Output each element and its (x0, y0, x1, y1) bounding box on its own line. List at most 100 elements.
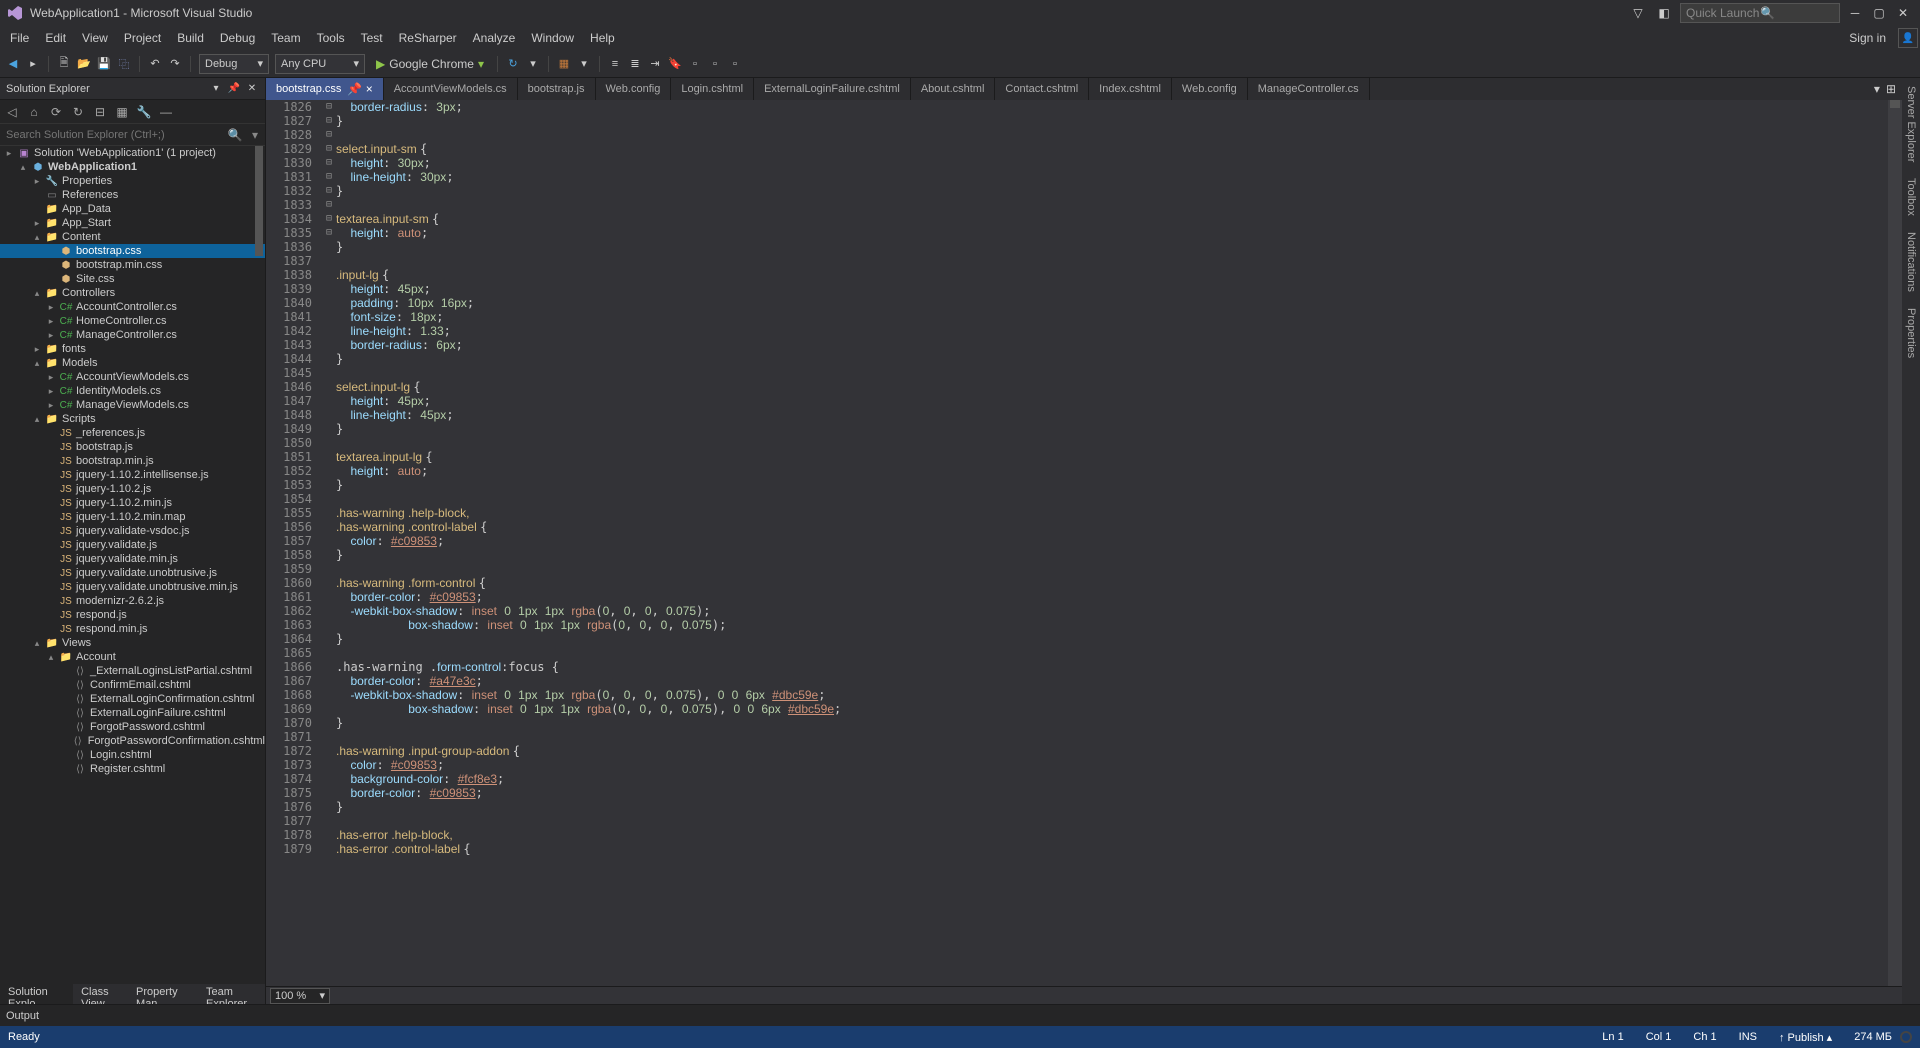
sign-in-link[interactable]: Sign in (1841, 29, 1894, 47)
menu-tools[interactable]: Tools (309, 29, 353, 47)
browser-link-refresh-button[interactable]: ↻ (504, 54, 522, 74)
quick-launch-input[interactable]: Quick Launch 🔍 (1680, 3, 1840, 23)
tree-item[interactable]: ▴📁Scripts (0, 412, 265, 426)
tree-item[interactable]: ⬢bootstrap.min.css (0, 258, 265, 272)
undo-button[interactable]: ↶ (146, 54, 164, 74)
tree-item[interactable]: ⟨⟩_ExternalLoginsListPartial.cshtml (0, 664, 265, 678)
config-dropdown[interactable]: Debug▾ (199, 54, 269, 74)
tb-icon-c[interactable]: ▫ (726, 54, 744, 74)
platform-dropdown[interactable]: Any CPU▾ (275, 54, 365, 74)
comment-button[interactable]: ≡ (606, 54, 624, 74)
tree-item[interactable]: ▸▣Solution 'WebApplication1' (1 project) (0, 146, 265, 160)
se-home-button[interactable]: ⌂ (26, 104, 42, 120)
new-project-button[interactable]: 🗎 (55, 54, 73, 74)
menu-help[interactable]: Help (582, 29, 623, 47)
redo-button[interactable]: ↷ (166, 54, 184, 74)
code-content[interactable]: border-radius: 3px; } select.input-sm { … (336, 100, 1874, 986)
se-sync-button[interactable]: ⟳ (48, 104, 64, 120)
doc-tab[interactable]: Login.cshtml (671, 78, 754, 100)
tree-item[interactable]: JSrespond.min.js (0, 622, 265, 636)
tab-server-explorer[interactable]: Server Explorer (1903, 78, 1919, 170)
se-showall-button[interactable]: ▦ (114, 104, 130, 120)
tab-toolbox[interactable]: Toolbox (1903, 170, 1919, 224)
save-button[interactable]: 💾 (95, 54, 113, 74)
solution-explorer-search[interactable]: 🔍 ▾ (0, 124, 265, 146)
doc-tab[interactable]: Index.cshtml (1089, 78, 1172, 100)
tree-item[interactable]: JSjquery-1.10.2.min.js (0, 496, 265, 510)
tb-icon-b[interactable]: ▫ (706, 54, 724, 74)
doc-tab[interactable]: ExternalLoginFailure.cshtml (754, 78, 911, 100)
tree-item[interactable]: JSjquery-1.10.2.intellisense.js (0, 468, 265, 482)
tree-item[interactable]: ▸C#IdentityModels.cs (0, 384, 265, 398)
doc-tab[interactable]: AccountViewModels.cs (384, 78, 518, 100)
tree-item[interactable]: ▸C#AccountController.cs (0, 300, 265, 314)
menu-analyze[interactable]: Analyze (465, 29, 524, 47)
menu-test[interactable]: Test (353, 29, 391, 47)
se-collapse-button[interactable]: ⊟ (92, 104, 108, 120)
tree-item[interactable]: ⟨⟩Login.cshtml (0, 748, 265, 762)
feedback-icon[interactable]: ◧ (1654, 3, 1674, 23)
menu-window[interactable]: Window (523, 29, 582, 47)
tree-item[interactable]: ▸C#ManageController.cs (0, 328, 265, 342)
tree-item[interactable]: ⬢Site.css (0, 272, 265, 286)
open-file-button[interactable]: 📂 (75, 54, 93, 74)
menu-team[interactable]: Team (263, 29, 308, 47)
uncomment-button[interactable]: ≣ (626, 54, 644, 74)
menu-edit[interactable]: Edit (37, 29, 74, 47)
se-search-drop-icon[interactable]: ▾ (245, 128, 265, 142)
tree-item[interactable]: JS_references.js (0, 426, 265, 440)
se-preview-button[interactable]: — (158, 104, 174, 120)
fold-column[interactable]: ⊟ ⊟ ⊟ ⊟ ⊟ ⊟ ⊟ ⊟ ⊟ ⊟ (322, 100, 336, 986)
tree-item[interactable]: ▸🔧Properties (0, 174, 265, 188)
tb-icon-a[interactable]: ▫ (686, 54, 704, 74)
save-all-button[interactable]: ⿻ (115, 54, 133, 74)
panel-dropdown-icon[interactable]: ▾ (209, 82, 223, 96)
tree-item[interactable]: JSrespond.js (0, 608, 265, 622)
panel-close-icon[interactable]: ✕ (245, 82, 259, 96)
se-properties-button[interactable]: 🔧 (136, 104, 152, 120)
tree-item[interactable]: JSjquery.validate.min.js (0, 552, 265, 566)
doc-tab[interactable]: Contact.cshtml (995, 78, 1089, 100)
close-button[interactable]: ✕ (1896, 6, 1910, 20)
tree-item[interactable]: ⟨⟩Register.cshtml (0, 762, 265, 776)
tree-item[interactable]: JSjquery.validate.unobtrusive.min.js (0, 580, 265, 594)
maximize-button[interactable]: ▢ (1872, 6, 1886, 20)
doc-split-icon[interactable]: ⊞ (1886, 82, 1896, 96)
tree-item[interactable]: ▸C#HomeController.cs (0, 314, 265, 328)
tree-item[interactable]: JSbootstrap.min.js (0, 454, 265, 468)
editor-vsplit-handle[interactable] (1874, 100, 1888, 986)
tab-notifications[interactable]: Notifications (1903, 224, 1919, 300)
output-panel-header[interactable]: Output (0, 1004, 1920, 1026)
tb-icon-2[interactable]: ▾ (575, 54, 593, 74)
doc-tab[interactable]: bootstrap.css📌 × (266, 78, 384, 100)
tree-item[interactable]: ▸C#AccountViewModels.cs (0, 370, 265, 384)
menu-build[interactable]: Build (169, 29, 212, 47)
tree-scrollbar[interactable] (255, 146, 263, 984)
doc-tab[interactable]: ManageController.cs (1248, 78, 1370, 100)
tree-item[interactable]: ⟨⟩ConfirmEmail.cshtml (0, 678, 265, 692)
bookmark-button[interactable]: 🔖 (666, 54, 684, 74)
doc-tab[interactable]: About.cshtml (911, 78, 996, 100)
tab-class-view[interactable]: Class View (73, 984, 128, 1004)
indent-button[interactable]: ⇥ (646, 54, 664, 74)
tree-item[interactable]: ⟨⟩ExternalLoginFailure.cshtml (0, 706, 265, 720)
tree-item[interactable]: ▴📁Account (0, 650, 265, 664)
tree-item[interactable]: ▴⬢WebApplication1 (0, 160, 265, 174)
status-publish[interactable]: ↑ Publish ▴ (1779, 1031, 1832, 1044)
tree-item[interactable]: ▴📁Models (0, 356, 265, 370)
tab-properties[interactable]: Properties (1903, 300, 1919, 366)
browser-link-dropdown[interactable]: ▾ (524, 54, 542, 74)
start-debug-button[interactable]: ▶ Google Chrome ▾ (369, 54, 491, 74)
tree-item[interactable]: ⟨⟩ForgotPasswordConfirmation.cshtml (0, 734, 265, 748)
tree-item[interactable]: JSbootstrap.js (0, 440, 265, 454)
tree-item[interactable]: ▴📁Views (0, 636, 265, 650)
doc-tab[interactable]: Web.config (596, 78, 672, 100)
minimize-button[interactable]: ─ (1848, 6, 1862, 20)
nav-fwd-button[interactable]: ▸ (24, 54, 42, 74)
tree-item[interactable]: ▸📁fonts (0, 342, 265, 356)
tree-item[interactable]: ▸C#ManageViewModels.cs (0, 398, 265, 412)
doc-tab[interactable]: Web.config (1172, 78, 1248, 100)
menu-view[interactable]: View (74, 29, 116, 47)
tree-item[interactable]: JSjquery.validate.js (0, 538, 265, 552)
tree-item[interactable]: ▴📁Content (0, 230, 265, 244)
